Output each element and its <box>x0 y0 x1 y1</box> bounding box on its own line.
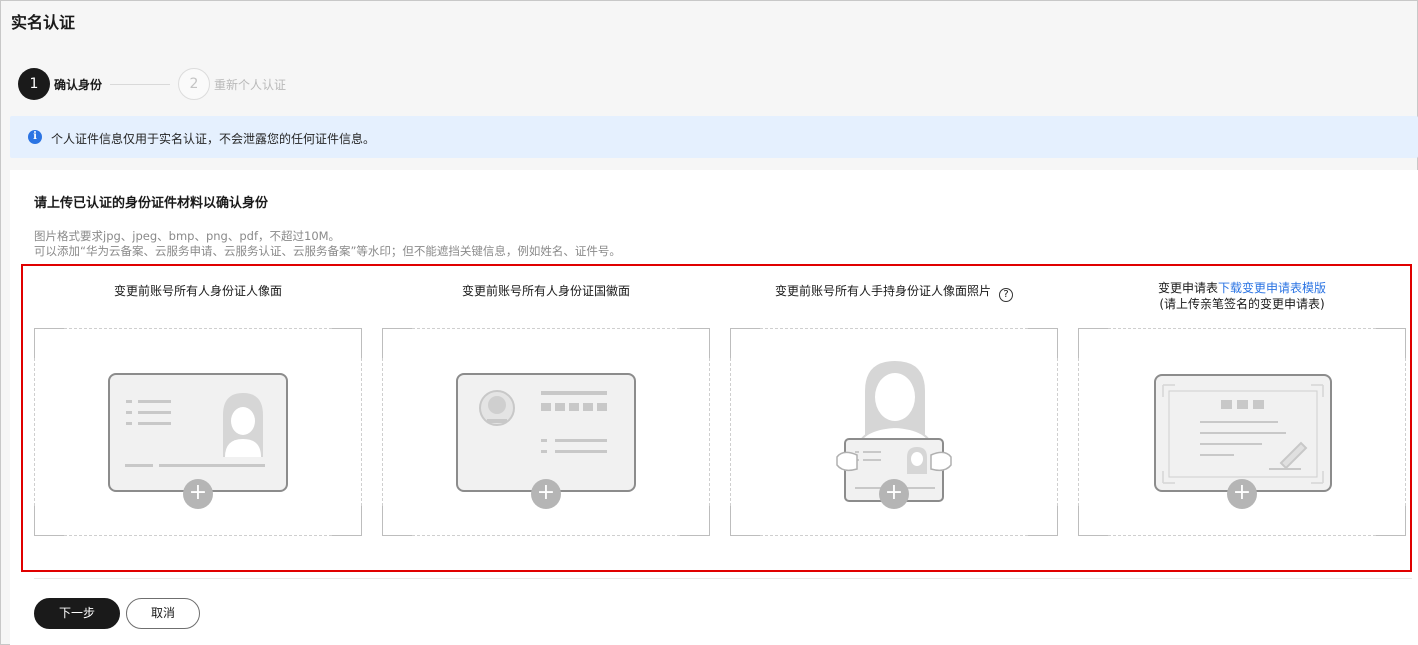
slot-title-form: 变更申请表下载变更申请表模版 <box>1078 279 1406 296</box>
step-1-indicator: 1 <box>18 68 50 100</box>
step-2-indicator: 2 <box>178 68 210 100</box>
actions-divider <box>34 578 1412 579</box>
step-2-label: 重新个人认证 <box>214 78 287 92</box>
info-icon: i <box>28 130 42 144</box>
step-connector <box>110 84 170 85</box>
format-requirement: 图片格式要求jpg、jpeg、bmp、png、pdf，不超过10M。 <box>34 229 341 243</box>
watermark-requirement: 可以添加“华为云备案、云服务申请、云服务认证、云服务备案”等水印；但不能遮挡关键… <box>34 244 621 258</box>
page-title: 实名认证 <box>11 13 76 32</box>
info-banner-text: 个人证件信息仅用于实名认证，不会泄露您的任何证件信息。 <box>51 132 376 146</box>
upload-slot-portrait[interactable]: + <box>34 328 362 536</box>
step-1-label: 确认身份 <box>54 78 103 92</box>
upload-slot-emblem[interactable]: + <box>382 328 710 536</box>
slot-title-handheld-text: 变更前账号所有人手持身份证人像面照片 <box>774 284 991 298</box>
slot-title-emblem: 变更前账号所有人身份证国徽面 <box>461 284 630 298</box>
upload-slot-handheld[interactable]: + <box>730 328 1058 536</box>
slot-title-portrait: 变更前账号所有人身份证人像面 <box>113 284 282 298</box>
upload-section-title: 请上传已认证的身份证件材料以确认身份 <box>34 196 269 211</box>
add-form-button[interactable]: + <box>1227 479 1257 509</box>
slot-title-handheld: 变更前账号所有人手持身份证人像面照片? <box>730 282 1058 302</box>
cancel-button[interactable]: 取消 <box>126 598 200 629</box>
help-icon[interactable]: ? <box>999 288 1013 302</box>
slot-title-form-text: 变更申请表 <box>1157 281 1218 295</box>
download-template-link[interactable]: 下载变更申请表模版 <box>1218 281 1326 295</box>
upload-slot-form[interactable]: + <box>1078 328 1406 536</box>
add-portrait-button[interactable]: + <box>183 479 213 509</box>
next-step-button[interactable]: 下一步 <box>34 598 120 629</box>
slot-form-note: (请上传亲笔签名的变更申请表) <box>1159 297 1325 311</box>
add-handheld-button[interactable]: + <box>879 479 909 509</box>
add-emblem-button[interactable]: + <box>531 479 561 509</box>
